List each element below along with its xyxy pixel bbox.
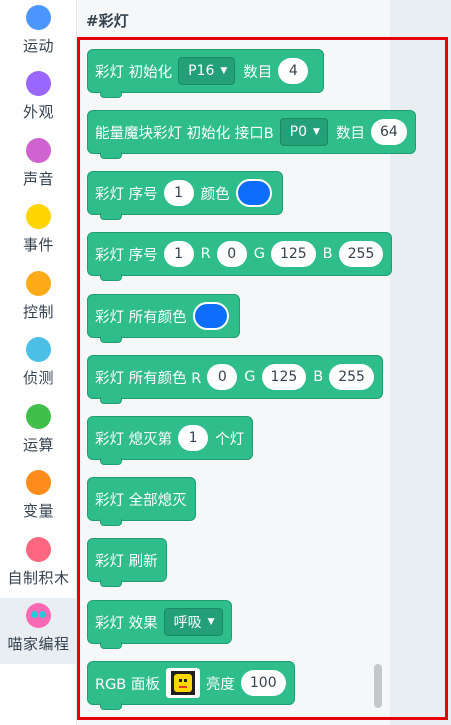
category-events[interactable]: 事件: [0, 199, 77, 265]
category-motion-dot: [26, 5, 51, 30]
category-label: 自制积木: [7, 569, 70, 587]
category-label: 侦测: [22, 369, 54, 387]
category-sound-dot: [26, 138, 51, 163]
category-sensing[interactable]: 侦测: [0, 332, 77, 398]
category-looks-dot: [26, 71, 51, 96]
category-looks[interactable]: 外观: [0, 66, 77, 132]
category-operators[interactable]: 运算: [0, 399, 77, 465]
category-label: 运动: [22, 37, 54, 55]
category-label: 运算: [22, 436, 54, 454]
category-sensing-dot: [26, 337, 51, 362]
category-variables[interactable]: 变量: [0, 465, 77, 531]
category-control[interactable]: 控制: [0, 266, 77, 332]
category-label: 控制: [22, 303, 54, 321]
category-operators-dot: [26, 404, 51, 429]
category-variables-dot: [26, 470, 51, 495]
category-label: 喵家编程: [7, 635, 70, 653]
section-title: #彩灯: [86, 12, 129, 30]
category-my-blocks-dot: [26, 537, 51, 562]
category-miaojia[interactable]: 喵家编程: [0, 598, 77, 664]
category-sound[interactable]: 声音: [0, 133, 77, 199]
category-sidebar: 运动 外观 声音 事件 控制 侦测 运算 变量 自制积木 喵家编程: [0, 0, 77, 725]
category-label: 事件: [22, 236, 54, 254]
category-control-dot: [26, 271, 51, 296]
category-label: 声音: [22, 170, 54, 188]
category-events-dot: [26, 204, 51, 229]
category-label: 变量: [22, 502, 54, 520]
highlight-box: [77, 37, 448, 720]
robot-icon: [26, 603, 51, 628]
category-motion[interactable]: 运动: [0, 0, 77, 66]
category-label: 外观: [22, 103, 54, 121]
category-my-blocks[interactable]: 自制积木: [0, 532, 77, 598]
